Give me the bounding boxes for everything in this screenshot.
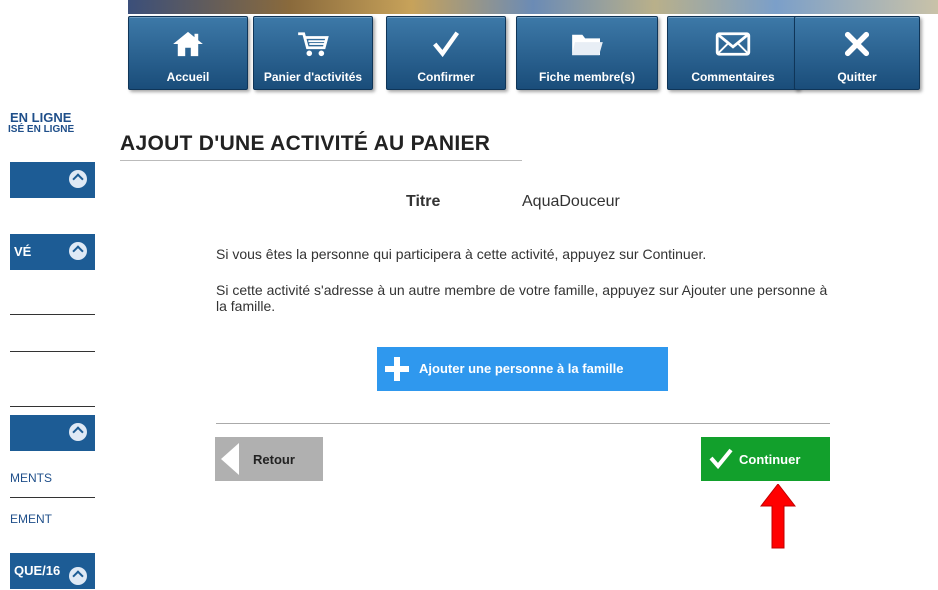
nav-confirmer-button[interactable]: Confirmer bbox=[386, 16, 506, 90]
chevron-up-icon[interactable] bbox=[69, 170, 87, 188]
back-button[interactable]: Retour bbox=[215, 437, 323, 481]
sidebar-section-label: VÉ bbox=[14, 244, 32, 259]
arrow-left-icon bbox=[221, 443, 239, 475]
page-title: AJOUT D'UNE ACTIVITÉ AU PANIER bbox=[120, 132, 491, 155]
cart-icon bbox=[298, 32, 329, 57]
folder-icon bbox=[572, 34, 603, 56]
activity-title-value: AquaDouceur bbox=[522, 193, 620, 210]
sidebar-divider bbox=[10, 314, 95, 315]
nav-label: Accueil bbox=[166, 70, 210, 84]
main-nav: Accueil Panier d'activités Confirmer Fic… bbox=[122, 14, 938, 90]
chevron-up-icon[interactable] bbox=[69, 242, 87, 260]
title-underline bbox=[120, 160, 522, 161]
nav-label: Panier d'activités bbox=[263, 70, 363, 84]
sidebar-section-2[interactable]: VÉ bbox=[10, 234, 95, 270]
sidebar-subtitle: ISÉ EN LIGNE bbox=[8, 124, 75, 135]
instruction-add-person: Si cette activité s'adresse à un autre m… bbox=[216, 282, 828, 314]
activity-title-label: Titre bbox=[406, 193, 441, 210]
sidebar-section-3[interactable] bbox=[10, 415, 95, 451]
back-button-label: Retour bbox=[253, 452, 295, 467]
instruction-continue: Si vous êtes la personne qui participera… bbox=[216, 246, 707, 262]
header-banner-image bbox=[128, 0, 938, 14]
sidebar-divider bbox=[10, 406, 95, 407]
sidebar-divider bbox=[10, 497, 95, 498]
sidebar-title: EN LIGNE bbox=[10, 110, 72, 125]
continue-button[interactable]: Continuer bbox=[701, 437, 830, 481]
chevron-up-icon[interactable] bbox=[69, 423, 87, 441]
nav-panier-button[interactable]: Panier d'activités bbox=[253, 16, 373, 90]
nav-commentaires-button[interactable]: Commentaires bbox=[667, 16, 799, 90]
envelope-icon bbox=[715, 32, 751, 56]
checkmark-icon bbox=[709, 448, 733, 469]
divider bbox=[216, 423, 830, 424]
add-family-member-button[interactable]: Ajouter une personne à la famille bbox=[377, 347, 668, 391]
sidebar-link[interactable]: MENTS bbox=[10, 471, 52, 485]
sidebar-divider bbox=[10, 351, 95, 352]
nav-quitter-button[interactable]: Quitter bbox=[794, 16, 920, 90]
nav-accueil-button[interactable]: Accueil bbox=[128, 16, 248, 90]
red-arrow-icon bbox=[760, 484, 796, 549]
nav-label: Quitter bbox=[837, 70, 877, 84]
nav-label: Fiche membre(s) bbox=[538, 70, 636, 84]
chevron-up-icon[interactable] bbox=[69, 567, 87, 585]
add-family-member-label: Ajouter une personne à la famille bbox=[419, 361, 624, 376]
checkmark-icon bbox=[433, 31, 460, 57]
continue-button-label: Continuer bbox=[739, 452, 801, 467]
sidebar-section-4[interactable]: QUE/16 bbox=[10, 553, 95, 589]
sidebar-section-1[interactable] bbox=[10, 162, 95, 198]
sidebar-section-label: QUE/16 bbox=[14, 563, 61, 578]
nav-fiche-membre-button[interactable]: Fiche membre(s) bbox=[516, 16, 658, 90]
sidebar-link[interactable]: EMENT bbox=[10, 512, 52, 526]
home-icon bbox=[173, 31, 203, 57]
plus-icon bbox=[385, 357, 409, 381]
close-icon bbox=[844, 31, 870, 57]
nav-label: Commentaires bbox=[691, 70, 775, 84]
nav-label: Confirmer bbox=[417, 70, 475, 84]
